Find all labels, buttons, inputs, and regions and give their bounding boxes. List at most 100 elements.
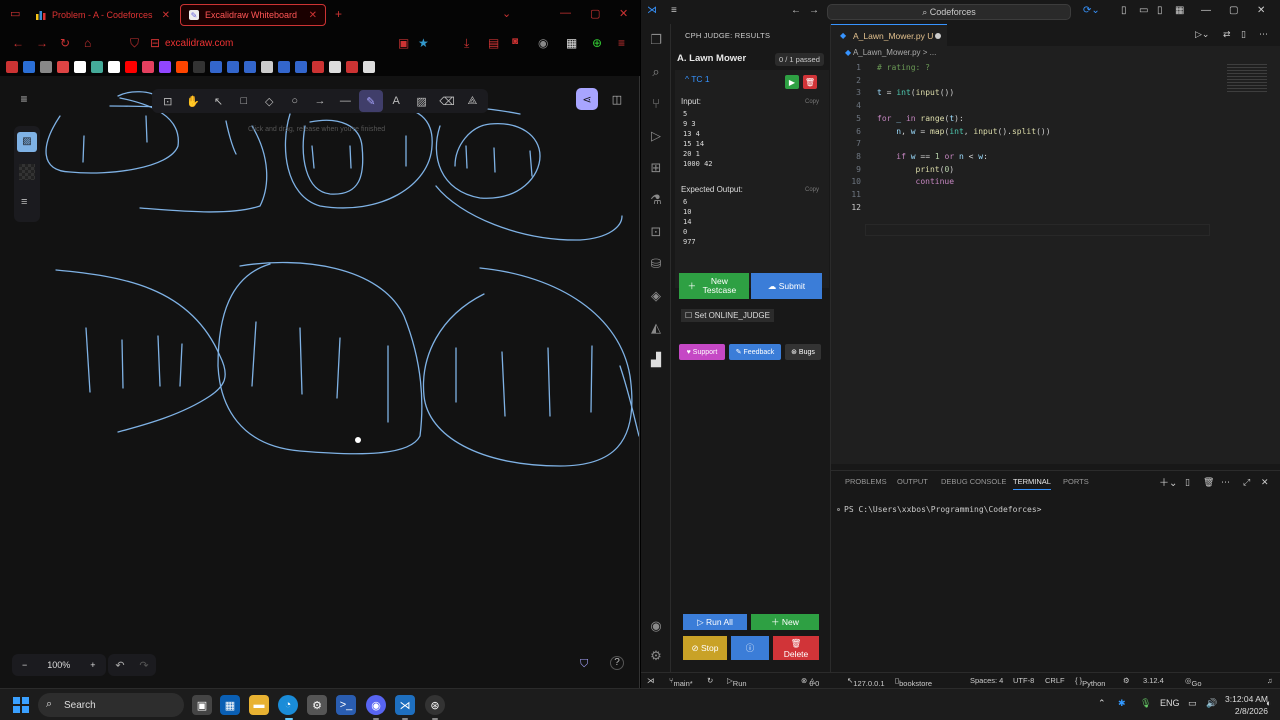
support-button[interactable]: ♥ Support bbox=[679, 344, 725, 360]
line-icon[interactable]: — bbox=[334, 90, 357, 112]
split-terminal-icon[interactable]: ▯ bbox=[1185, 477, 1190, 488]
tab-output[interactable]: OUTPUT bbox=[897, 477, 928, 486]
bluetooth-icon[interactable]: ✱ bbox=[1118, 698, 1126, 709]
share-button[interactable]: ⋖ bbox=[576, 88, 598, 110]
terminal-prompt[interactable]: PS C:\Users\xxbos\Programming\Codeforces… bbox=[837, 505, 1041, 514]
triangle-icon[interactable]: ◭ bbox=[648, 320, 664, 336]
new-testcase-button[interactable]: ＋ New Testcase bbox=[679, 273, 749, 299]
excalidraw-canvas[interactable]: ≡ ⊡ ✋ ↖ □ ◇ ○ → — ✎ A ▨ ⌫ ⟁ Click and dr… bbox=[0, 76, 639, 688]
drive-icon[interactable] bbox=[91, 61, 103, 73]
bookmark-icon[interactable] bbox=[295, 61, 307, 73]
favorite-star-icon[interactable]: ★ bbox=[418, 36, 429, 50]
encoding-status[interactable]: UTF-8 bbox=[1013, 676, 1034, 685]
library-icon[interactable]: ◫ bbox=[606, 88, 628, 110]
home-icon[interactable]: ⌂ bbox=[84, 36, 91, 50]
extensions-icon[interactable]: ⊞ bbox=[648, 160, 664, 176]
run-testcases-status[interactable]: ▷ Run Testcases bbox=[727, 676, 766, 697]
copy-input-button[interactable]: Copy bbox=[805, 99, 819, 105]
rectangle-icon[interactable]: □ bbox=[232, 90, 255, 112]
command-center-search[interactable]: ⌕ Codeforces bbox=[827, 4, 1071, 20]
delete-testcase-button[interactable]: 🗑 bbox=[803, 75, 817, 89]
info-button[interactable]: ⓘ bbox=[731, 636, 769, 660]
bookmark-icon[interactable] bbox=[23, 61, 35, 73]
tab-debug-console[interactable]: DEBUG CONSOLE bbox=[941, 477, 1006, 486]
toggle-panel-icon[interactable]: ▭ bbox=[1139, 5, 1148, 16]
back-icon[interactable]: ← bbox=[791, 5, 801, 16]
url-field[interactable]: excalidraw.com bbox=[165, 38, 233, 49]
zoom-out-icon[interactable]: − bbox=[12, 660, 37, 670]
close-panel-icon[interactable]: ✕ bbox=[1261, 477, 1269, 488]
app-install-icon[interactable]: ▣ bbox=[398, 36, 409, 50]
text-icon[interactable]: A bbox=[385, 90, 408, 112]
lock-icon[interactable]: ⊡ bbox=[156, 90, 179, 112]
close-window-icon[interactable]: ✕ bbox=[619, 7, 628, 20]
copy-expected-button[interactable]: Copy bbox=[805, 187, 819, 193]
hamburger-menu-icon[interactable]: ≡ bbox=[10, 85, 38, 113]
new-tab-icon[interactable]: + bbox=[335, 7, 342, 21]
toggle-sidebar-icon[interactable]: ▯ bbox=[1121, 5, 1127, 16]
youtube-icon[interactable] bbox=[125, 61, 137, 73]
run-testcase-button[interactable]: ▶ bbox=[785, 75, 799, 89]
diamond-icon[interactable]: ◇ bbox=[258, 90, 281, 112]
image-icon[interactable]: ▨ bbox=[410, 90, 433, 112]
online-judge-checkbox[interactable]: ☐ Set ONLINE_JUDGE bbox=[681, 309, 774, 322]
reddit-icon[interactable] bbox=[176, 61, 188, 73]
excalidraw-bookmark-icon[interactable] bbox=[363, 61, 375, 73]
unsaved-dot-icon[interactable] bbox=[935, 32, 941, 39]
stop-button[interactable]: ⊘ Stop bbox=[683, 636, 727, 660]
task-view-icon[interactable]: ▣ bbox=[192, 695, 212, 715]
add-extension-icon[interactable]: ⊕ bbox=[592, 36, 602, 50]
menu-icon[interactable]: ≡ bbox=[671, 5, 677, 16]
db-status[interactable]: ▯ bookstore bbox=[895, 676, 932, 688]
bookmark-icon[interactable] bbox=[329, 61, 341, 73]
hand-icon[interactable]: ✋ bbox=[181, 90, 204, 112]
bookmark-icon[interactable] bbox=[40, 61, 52, 73]
tab-excalidraw[interactable]: ✎ Excalidraw Whiteboard ✕ bbox=[180, 4, 326, 26]
bookmark-icon[interactable] bbox=[227, 61, 239, 73]
google-icon[interactable] bbox=[74, 61, 86, 73]
python-version-status[interactable]: 3.12.4 bbox=[1143, 676, 1164, 685]
breadcrumb[interactable]: ◆ A_Lawn_Mower.py > ... bbox=[845, 48, 936, 57]
new-button[interactable]: ＋ New bbox=[751, 614, 819, 630]
close-tab-icon[interactable]: ✕ bbox=[162, 10, 170, 21]
tab-terminal[interactable]: TERMINAL bbox=[1013, 477, 1051, 490]
encryption-shield-icon[interactable]: ⛉ bbox=[580, 658, 588, 671]
properties-icon[interactable]: ≡ bbox=[21, 196, 27, 208]
sync-icon[interactable]: ↻ bbox=[707, 676, 713, 685]
account-icon[interactable]: ◉ bbox=[648, 618, 664, 634]
shield-icon[interactable]: ⛉ bbox=[130, 36, 139, 51]
compare-icon[interactable]: ⇄ bbox=[1223, 29, 1231, 40]
gmail-icon[interactable] bbox=[57, 61, 69, 73]
pencil-icon[interactable]: ✎ bbox=[359, 90, 383, 112]
testcase-header[interactable]: ^ TC 1 bbox=[685, 74, 710, 84]
minimize-icon[interactable]: — bbox=[1201, 5, 1211, 16]
remote-explorer-icon[interactable]: ⊡ bbox=[648, 224, 664, 240]
minimize-icon[interactable]: — bbox=[560, 7, 571, 19]
run-all-button[interactable]: ▷ Run All bbox=[683, 614, 747, 630]
delete-all-button[interactable]: 🗑 Delete bbox=[773, 636, 819, 660]
bugs-button[interactable]: ⊛ Bugs bbox=[785, 344, 821, 360]
more-actions-icon[interactable]: ⋯ bbox=[1221, 477, 1230, 488]
run-file-icon[interactable]: ▷⌄ bbox=[1195, 29, 1209, 40]
more-actions-icon[interactable]: ⋯ bbox=[1259, 29, 1268, 40]
layers-icon[interactable]: ◈ bbox=[648, 288, 664, 304]
tray-overflow-icon[interactable]: ⌃ bbox=[1098, 698, 1106, 709]
badge-extension-icon[interactable]: ◙ bbox=[512, 36, 518, 47]
cph-judge-icon[interactable]: ▟ bbox=[648, 352, 664, 368]
selection-icon[interactable]: ↖ bbox=[207, 90, 230, 112]
eraser-icon[interactable]: ⌫ bbox=[435, 90, 458, 112]
ellipse-icon[interactable]: ○ bbox=[283, 90, 306, 112]
close-tab-icon[interactable]: ✕ bbox=[309, 10, 317, 21]
bookmark-icon[interactable] bbox=[261, 61, 273, 73]
download-icon[interactable]: ⤓ bbox=[464, 36, 469, 51]
remote-icon[interactable]: ⋊ bbox=[647, 676, 655, 685]
close-window-icon[interactable]: ✕ bbox=[1257, 5, 1265, 16]
bookmark-icon[interactable] bbox=[6, 61, 18, 73]
arrow-icon[interactable]: → bbox=[308, 90, 331, 112]
bookmark-icon[interactable] bbox=[312, 61, 324, 73]
code-area[interactable]: # rating: ? t = int(input()) for _ in ra… bbox=[877, 62, 1051, 202]
submit-button[interactable]: ☁ Submit bbox=[751, 273, 822, 299]
github-desktop-icon[interactable]: ⊛ bbox=[425, 695, 445, 715]
expected-output-textarea[interactable]: 6 10 14 0 977 bbox=[683, 197, 823, 249]
volume-icon[interactable]: 🔊 bbox=[1206, 698, 1217, 709]
